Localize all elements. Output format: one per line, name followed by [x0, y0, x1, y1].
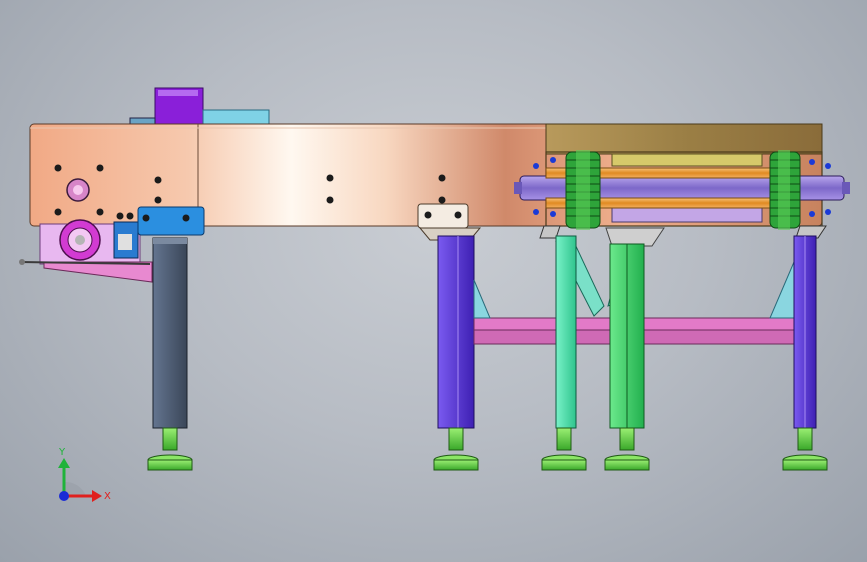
- triad-origin: [59, 491, 69, 501]
- drive-shaft-bore: [66, 178, 90, 202]
- leg-mid[interactable]: [417, 203, 482, 429]
- leg-left-post-edge: [153, 238, 187, 244]
- sprocket-right[interactable]: [769, 150, 801, 230]
- guard-lower-rail: [611, 207, 763, 223]
- crossbar-right-brace: [769, 261, 795, 319]
- leg-mid-post: [437, 235, 475, 429]
- motor-shaft-center: [75, 235, 85, 245]
- leveling-foot-5[interactable]: [782, 427, 828, 471]
- guard-upper-rail: [611, 153, 763, 167]
- triad-y-label: Y: [58, 447, 66, 458]
- triad-x-arrowhead: [92, 490, 102, 502]
- shaft-end-left: [514, 182, 522, 194]
- leveling-foot-3[interactable]: [541, 427, 587, 471]
- leg-left-post: [152, 237, 188, 429]
- triad-y-arrowhead: [58, 458, 70, 468]
- leg-right[interactable]: [793, 235, 817, 429]
- encoder-window: [118, 234, 132, 250]
- sprocket-left[interactable]: [565, 150, 601, 230]
- shaft-end-right: [842, 182, 850, 194]
- gearbox-top-cap: [158, 90, 198, 96]
- guard-top-plate: [545, 123, 823, 155]
- motor-base-plate: [43, 261, 153, 283]
- leg-left-bracket: [137, 206, 205, 236]
- drive-motor-assembly[interactable]: [129, 87, 270, 127]
- leveling-foot-1[interactable]: [147, 427, 193, 471]
- coordinate-triad: Y X: [58, 447, 111, 502]
- leg-teal-post: [555, 235, 577, 429]
- leveling-foot-2[interactable]: [433, 427, 479, 471]
- motor-base-pin: [19, 259, 25, 265]
- leveling-foot-4[interactable]: [604, 427, 650, 471]
- leg-left[interactable]: [137, 206, 205, 429]
- triad-x-label: X: [104, 491, 111, 502]
- drive-lower-housing[interactable]: [19, 219, 153, 283]
- leg-green-cap: [605, 227, 665, 247]
- crossbar-left-brace: [473, 279, 491, 319]
- cad-viewport[interactable]: Y X: [0, 0, 867, 562]
